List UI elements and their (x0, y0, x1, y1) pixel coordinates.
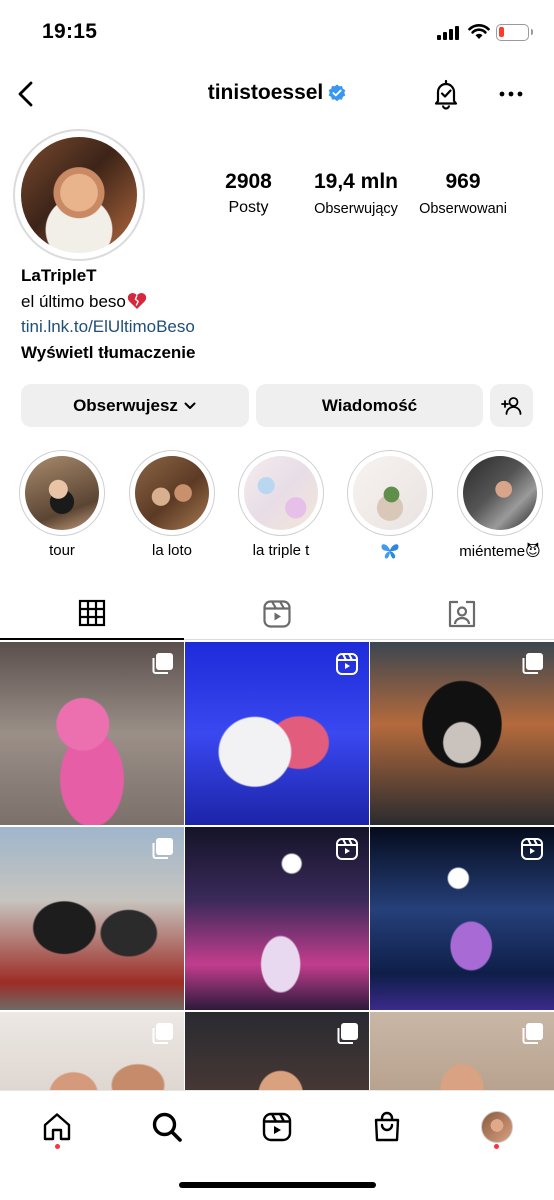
battery-icon (496, 24, 533, 41)
butterfly-icon (381, 544, 399, 559)
followers-count[interactable]: 19,4 mln Obserwujący (306, 170, 406, 217)
post-thumbnail[interactable] (0, 1012, 184, 1090)
tab-reels[interactable] (185, 588, 369, 640)
profile-bio: LaTripleT el último beso tini.lnk.to/ElU… (21, 263, 521, 365)
grid-icon (78, 599, 106, 627)
post-thumbnail[interactable] (185, 827, 369, 1010)
nav-profile[interactable] (477, 1107, 517, 1147)
status-time: 19:15 (42, 20, 98, 43)
highlight-label: miénteme😈 (459, 543, 541, 560)
following-count-label: Obserwowani (419, 201, 507, 217)
highlight-cover (353, 456, 427, 530)
highlight-butterfly[interactable] (347, 450, 433, 564)
multiple-photos-icon (152, 838, 173, 859)
home-notification-dot (55, 1144, 60, 1149)
bio-link[interactable]: tini.lnk.to/ElUltimoBeso (21, 314, 521, 340)
add-user-icon (500, 396, 521, 415)
post-thumbnail[interactable] (370, 1012, 554, 1090)
highlight-mienteme[interactable]: miénteme😈 (457, 450, 543, 560)
profile-avatar-image (21, 137, 137, 253)
post-thumbnail[interactable] (370, 827, 554, 1010)
posts-grid (0, 642, 554, 1090)
bio-line: el último beso (21, 289, 521, 315)
chevron-down-icon (184, 402, 196, 409)
message-button-label: Wiadomość (321, 395, 418, 415)
nav-home[interactable] (37, 1107, 77, 1147)
profile-tabs (0, 588, 554, 640)
bio-text: el último beso (21, 291, 126, 311)
post-thumbnail[interactable] (185, 642, 369, 825)
post-thumbnail[interactable] (370, 642, 554, 825)
tagged-icon (448, 600, 476, 628)
profile-display-name: LaTripleT (21, 266, 97, 285)
multiple-photos-icon (152, 1023, 173, 1044)
see-translation-link[interactable]: Wyświetl tłumaczenie (21, 340, 521, 366)
search-icon (152, 1112, 182, 1142)
multiple-photos-icon (337, 1023, 358, 1044)
story-highlights: tour la loto la triple t miénteme😈 (0, 450, 554, 565)
multiple-photos-icon (522, 653, 543, 674)
message-button[interactable]: Wiadomość (256, 384, 483, 427)
reels-icon (262, 1112, 292, 1142)
highlight-la-loto[interactable]: la loto (129, 450, 215, 559)
profile-username-row: tinistoessel (0, 81, 554, 105)
profile-username: tinistoessel (207, 81, 324, 104)
following-button[interactable]: Obserwujesz (21, 384, 249, 427)
followers-count-label: Obserwujący (314, 201, 398, 217)
notification-bell-icon[interactable] (430, 78, 462, 110)
status-bar: 19:15 (0, 0, 554, 66)
post-thumbnail[interactable] (0, 642, 184, 825)
highlight-cover (244, 456, 318, 530)
posts-count[interactable]: 2908 Posty (200, 170, 297, 217)
multiple-photos-icon (522, 1023, 543, 1044)
post-thumbnail[interactable] (0, 827, 184, 1010)
nav-search[interactable] (147, 1107, 187, 1147)
reels-icon (263, 600, 291, 628)
highlight-la-triple-t[interactable]: la triple t (238, 450, 324, 559)
posts-count-label: Posty (228, 199, 269, 216)
highlight-cover (25, 456, 99, 530)
wifi-icon (468, 24, 490, 39)
profile-stats: 2908 Posty 19,4 mln Obserwujący 969 Obse… (200, 170, 530, 220)
followers-count-value: 19,4 mln (313, 170, 399, 193)
highlight-cover (463, 456, 537, 530)
home-icon (43, 1113, 71, 1141)
reel-icon (521, 838, 543, 860)
profile-avatar-small (481, 1111, 513, 1143)
tab-tagged[interactable] (370, 588, 554, 640)
home-indicator (179, 1182, 376, 1188)
following-button-label: Obserwujesz (73, 395, 178, 415)
cellular-signal-icon (437, 26, 459, 40)
suggested-users-button[interactable] (490, 384, 533, 427)
profile-avatar[interactable] (13, 129, 145, 261)
post-thumbnail[interactable] (185, 1012, 369, 1090)
posts-count-value: 2908 (225, 170, 272, 193)
nav-shop[interactable] (367, 1107, 407, 1147)
highlight-label: tour (49, 542, 75, 559)
highlight-label: la loto (151, 542, 193, 559)
broken-heart-icon (127, 292, 147, 309)
highlight-cover (135, 456, 209, 530)
following-count[interactable]: 969 Obserwowani (413, 170, 513, 217)
highlight-label: la triple t (252, 542, 310, 559)
multiple-photos-icon (152, 653, 173, 674)
more-options-icon[interactable] (497, 80, 525, 108)
profile-header: tinistoessel (0, 66, 554, 122)
highlight-tour[interactable]: tour (19, 450, 105, 559)
highlight-label (347, 542, 433, 564)
following-count-value: 969 (445, 170, 481, 193)
nav-reels[interactable] (257, 1107, 297, 1147)
profile-notification-dot (494, 1144, 499, 1149)
reel-icon (336, 838, 358, 860)
verified-badge-icon (328, 84, 346, 102)
shopping-bag-icon (374, 1111, 400, 1142)
reel-icon (336, 653, 358, 675)
tab-posts[interactable] (0, 588, 184, 640)
